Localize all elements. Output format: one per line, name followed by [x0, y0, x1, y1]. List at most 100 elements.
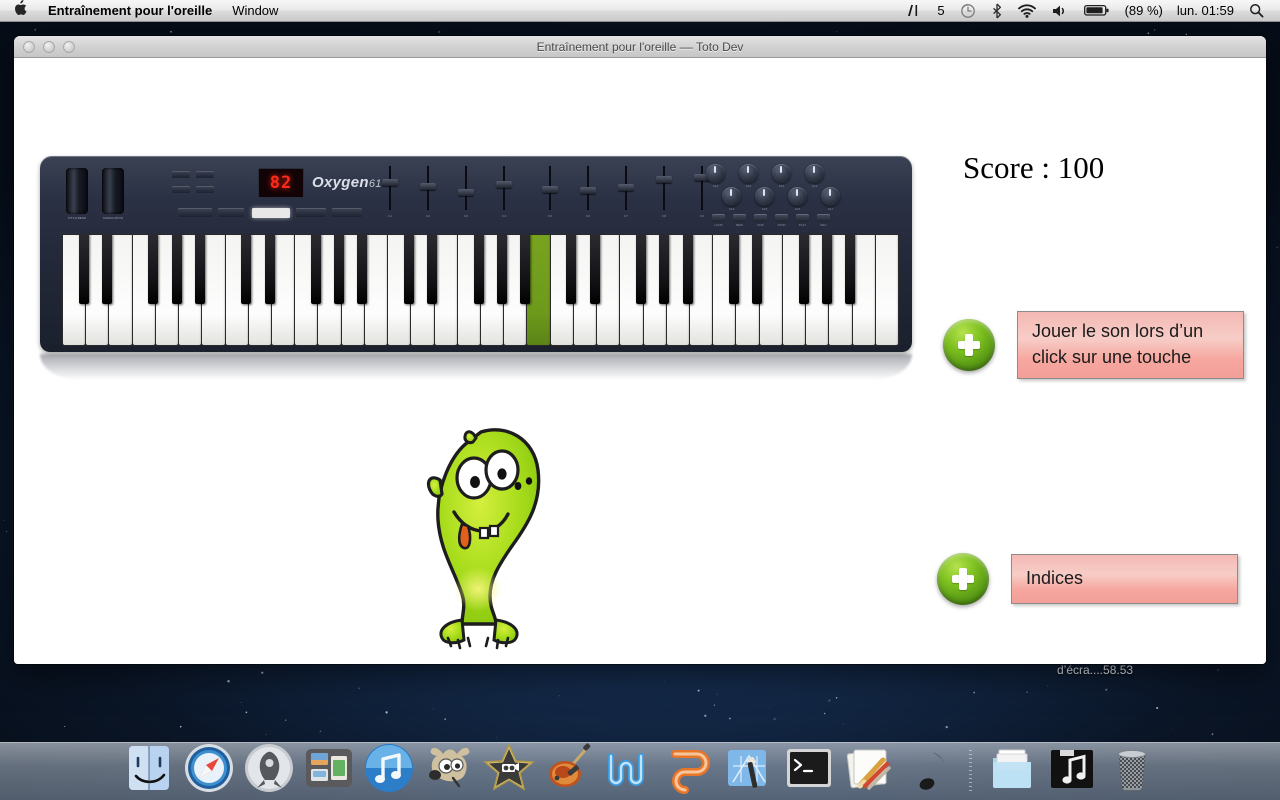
- plus-circle-icon[interactable]: [937, 553, 989, 605]
- piano-key-black[interactable]: [728, 234, 739, 304]
- fader-c2[interactable]: C2: [420, 166, 436, 218]
- close-button[interactable]: [23, 40, 35, 53]
- dock-item-trash[interactable]: [1106, 742, 1158, 794]
- volume-icon[interactable]: [1044, 4, 1076, 18]
- dock-item-finder[interactable]: [123, 742, 175, 794]
- time-machine-icon[interactable]: [952, 3, 984, 19]
- piano-key-black[interactable]: [496, 234, 507, 304]
- plus-circle-icon[interactable]: [943, 319, 995, 372]
- piano-key-black[interactable]: [310, 234, 321, 304]
- octave-down-button[interactable]: [218, 208, 244, 217]
- transport-stop-button[interactable]: STOP: [775, 214, 788, 227]
- window-title-bar[interactable]: Entraînement pour l'oreille –– Toto Dev: [14, 36, 1266, 58]
- wifi-icon[interactable]: [1010, 3, 1044, 18]
- piano-key-black[interactable]: [194, 234, 205, 304]
- piano-key-white[interactable]: [271, 234, 296, 346]
- dock-item-xcode[interactable]: [723, 742, 775, 794]
- piano-keys[interactable]: [62, 234, 899, 346]
- dock-item-itunes[interactable]: [363, 742, 415, 794]
- piano-key-white[interactable]: [201, 234, 226, 346]
- knob-c13[interactable]: C13: [805, 164, 824, 188]
- dock-item-iphoto[interactable]: [663, 742, 715, 794]
- play-sound-on-key-click-button[interactable]: Jouer le son lors d’un click sur une tou…: [1017, 311, 1244, 380]
- knob-c17[interactable]: C17: [821, 187, 840, 211]
- piano-key-black[interactable]: [589, 234, 600, 304]
- fader-c5[interactable]: C5: [542, 166, 558, 218]
- knob-c12[interactable]: C12: [772, 164, 791, 188]
- knob-c10[interactable]: C10: [706, 164, 725, 188]
- fader-c8[interactable]: C8: [656, 166, 672, 218]
- character-viewer-icon[interactable]: [898, 4, 930, 18]
- data-button[interactable]: [252, 208, 290, 218]
- dock-item-garageband[interactable]: [543, 742, 595, 794]
- piano-key-black[interactable]: [659, 234, 670, 304]
- piano-key-white[interactable]: [689, 234, 714, 346]
- piano-key-black[interactable]: [403, 234, 414, 304]
- dock-item-mission-control[interactable]: [303, 742, 355, 794]
- fader-handle[interactable]: [420, 183, 436, 191]
- piano-key-white-active[interactable]: [526, 234, 551, 346]
- hints-button[interactable]: Indices: [1011, 554, 1238, 604]
- pitch-bend-wheel[interactable]: [66, 168, 88, 214]
- fader-handle[interactable]: [618, 184, 634, 192]
- piano-key-black[interactable]: [519, 234, 530, 304]
- piano-key-black[interactable]: [636, 234, 647, 304]
- dock-item-documents-stack[interactable]: [986, 742, 1038, 794]
- piano-key-white[interactable]: [874, 234, 899, 346]
- apple-logo-icon[interactable]: [0, 0, 38, 22]
- piano-key-black[interactable]: [566, 234, 577, 304]
- bluetooth-icon[interactable]: [984, 3, 1010, 19]
- transport-play-button[interactable]: PLAY: [796, 214, 809, 227]
- piano-key-black[interactable]: [101, 234, 112, 304]
- fader-c6[interactable]: C6: [580, 166, 596, 218]
- search-icon[interactable]: [1241, 3, 1272, 18]
- midi-keyboard[interactable]: PITCH BEND MODULATION 82 Oxygen61 C1 C2 …: [40, 156, 912, 380]
- fader-c3[interactable]: C3: [458, 166, 474, 218]
- modulation-wheel[interactable]: [102, 168, 124, 214]
- menu-item-window[interactable]: Window: [222, 0, 288, 22]
- piano-key-black[interactable]: [682, 234, 693, 304]
- piano-key-white[interactable]: [108, 234, 133, 346]
- dock-item-launchpad[interactable]: [243, 742, 295, 794]
- piano-key-white[interactable]: [363, 234, 389, 346]
- fader-handle[interactable]: [656, 176, 672, 184]
- knob-c15[interactable]: C15: [755, 187, 774, 211]
- dock-item-gimp[interactable]: [423, 742, 475, 794]
- fader-c1[interactable]: C1: [382, 166, 398, 218]
- piano-key-black[interactable]: [148, 234, 159, 304]
- piano-key-black[interactable]: [241, 234, 252, 304]
- transport-ffw-button[interactable]: FFW: [754, 214, 767, 227]
- piano-key-black[interactable]: [334, 234, 345, 304]
- knob-c16[interactable]: C16: [788, 187, 807, 211]
- knob-c14[interactable]: C14: [722, 187, 741, 211]
- dock-item-terminal[interactable]: [783, 742, 835, 794]
- piano-key-white[interactable]: [851, 234, 876, 346]
- panel-button-4[interactable]: [196, 186, 214, 193]
- transport-loop-button[interactable]: LOOP: [712, 214, 725, 227]
- piano-key-black[interactable]: [798, 234, 809, 304]
- menu-clock[interactable]: lun. 01:59: [1170, 3, 1241, 18]
- advanced-button[interactable]: [178, 208, 212, 217]
- dock-item-music-stack[interactable]: [1046, 742, 1098, 794]
- fader-handle[interactable]: [382, 178, 398, 186]
- fader-handle[interactable]: [580, 187, 596, 195]
- fader-handle[interactable]: [542, 186, 558, 193]
- desktop-file-label[interactable]: d’écra....58.53: [1057, 663, 1133, 677]
- dock-item-musescore[interactable]: [903, 742, 955, 794]
- panel-button-3[interactable]: [172, 186, 190, 193]
- dock-item-safari[interactable]: [183, 742, 235, 794]
- knob-c11[interactable]: C11: [739, 164, 758, 188]
- dock-item-imovie[interactable]: [482, 742, 535, 794]
- piano-key-black[interactable]: [264, 234, 275, 304]
- panel-button-1[interactable]: [172, 171, 190, 178]
- piano-key-black[interactable]: [821, 234, 832, 304]
- dock-item-textedit[interactable]: [843, 742, 895, 794]
- panel-button-2[interactable]: [196, 171, 214, 178]
- midi-channel-button[interactable]: [332, 208, 362, 217]
- piano-key-black[interactable]: [357, 234, 368, 304]
- battery-icon[interactable]: [1076, 4, 1118, 17]
- piano-key-black[interactable]: [473, 234, 484, 304]
- menu-app-title[interactable]: Entraînement pour l'oreille: [38, 0, 222, 22]
- fader-c7[interactable]: C7: [618, 166, 634, 218]
- transport-rec-button[interactable]: REC: [817, 214, 830, 227]
